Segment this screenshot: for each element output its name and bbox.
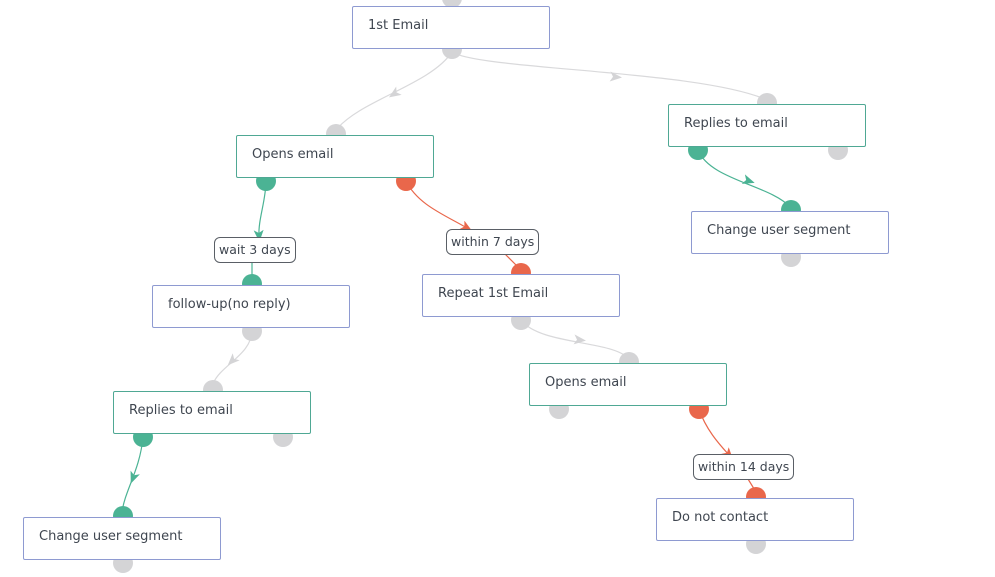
node-label: Do not contact [672, 510, 769, 525]
node-change-user-segment[interactable]: Change user segment [23, 517, 221, 560]
node-label: 1st Email [368, 18, 429, 33]
node-replies-to-email[interactable]: Replies to email [668, 104, 866, 147]
node-label: Opens email [252, 147, 334, 162]
node-opens-email[interactable]: Opens email [529, 363, 727, 406]
node-label: Opens email [545, 375, 627, 390]
node-replies-to-email[interactable]: Replies to email [113, 391, 311, 434]
edge-arrow [609, 71, 622, 82]
node-label: follow-up(no reply) [168, 297, 291, 312]
node-opens-email[interactable]: Opens email [236, 135, 434, 178]
node-change-user-segment[interactable]: Change user segment [691, 211, 889, 254]
edge-replies-to-change-segment-left[interactable] [121, 436, 144, 513]
edge-label-within-7-days[interactable]: within 7 days [446, 229, 540, 255]
edge-label-wait-3-days[interactable]: wait 3 days [214, 237, 296, 263]
node-label: Replies to email [129, 403, 233, 418]
node-first-email[interactable]: 1st Email [352, 6, 550, 49]
node-follow-up[interactable]: follow-up(no reply) [152, 285, 350, 328]
edge-label-within-14-days[interactable]: within 14 days [693, 454, 795, 480]
node-repeat-first-email[interactable]: Repeat 1st Email [422, 274, 620, 317]
edge-first-email-to-opens-email[interactable] [335, 51, 453, 131]
edge-replies-to-change-segment[interactable] [697, 149, 791, 208]
node-label: Change user segment [707, 223, 851, 238]
node-label: Change user segment [39, 529, 183, 544]
workflow-canvas[interactable]: 1st Email Opens email Replies to email C… [0, 0, 995, 577]
node-label: Repeat 1st Email [438, 286, 549, 301]
node-label: Replies to email [684, 116, 788, 131]
edge-repeat-to-opens-email[interactable] [520, 319, 629, 359]
node-do-not-contact[interactable]: Do not contact [656, 498, 854, 541]
edge-opens-to-repeat[interactable] [405, 180, 473, 232]
edge-first-email-to-replies-email[interactable] [451, 51, 768, 101]
